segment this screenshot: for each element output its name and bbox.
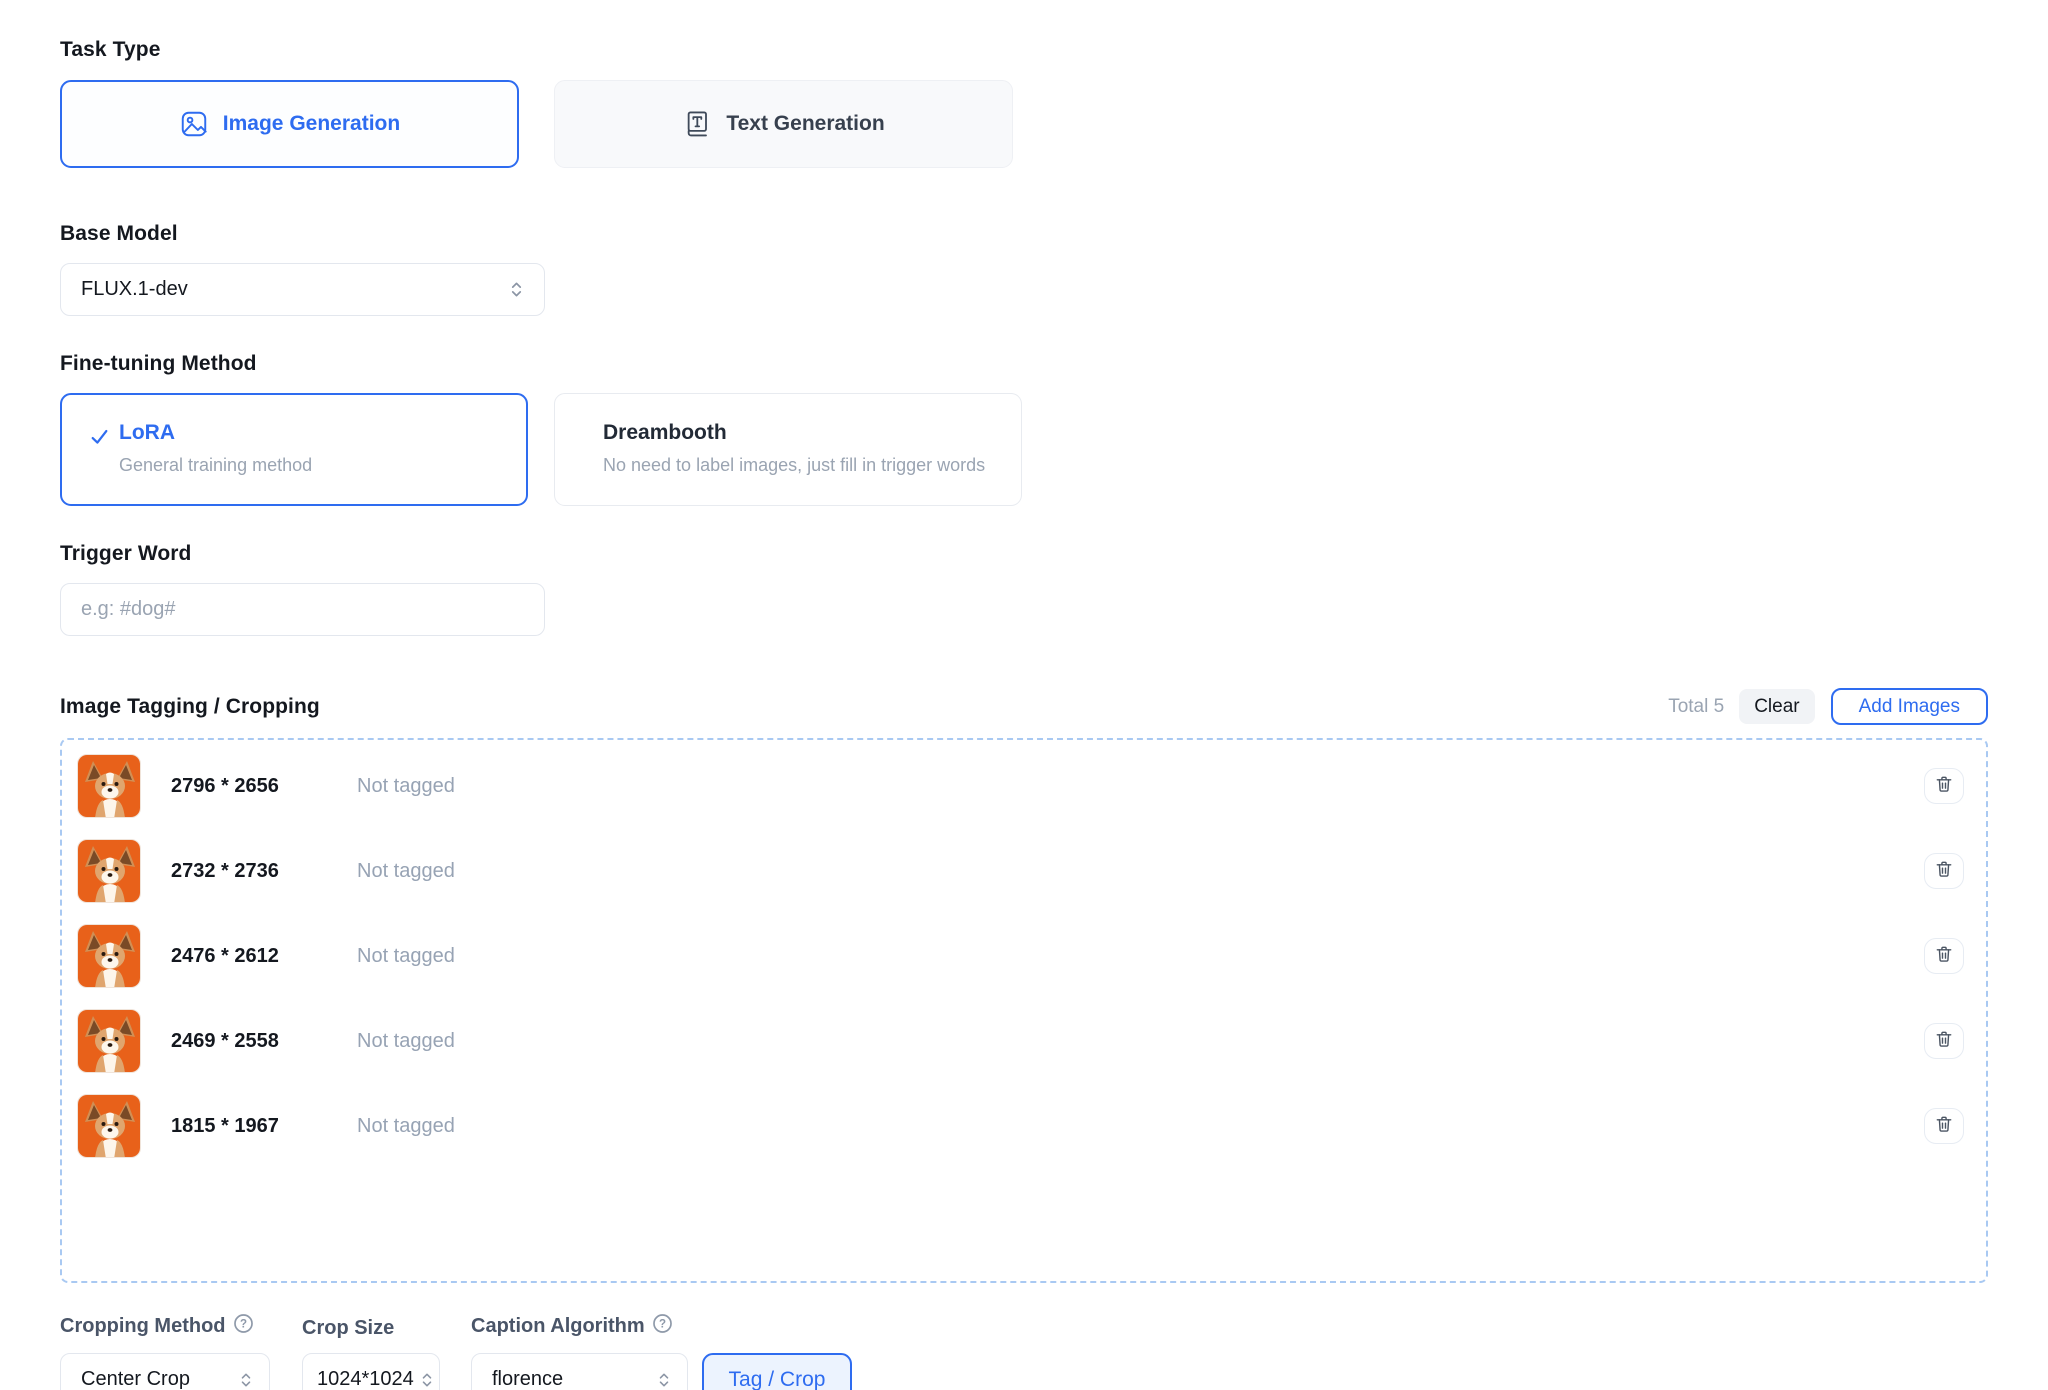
image-dropzone[interactable]: 2796 * 2656 Not tagged 2732 * 2736 Not t…	[60, 738, 1988, 1283]
method-lora-card[interactable]: LoRA General training method	[60, 393, 528, 506]
check-icon	[89, 426, 110, 447]
crop-size-field: Crop Size 1024*1024	[302, 1317, 440, 1390]
crop-size-value: 1024*1024	[317, 1368, 414, 1390]
crop-size-label-row: Crop Size	[302, 1317, 440, 1340]
image-dimensions: 2732 * 2736	[171, 860, 357, 883]
image-status: Not tagged	[357, 945, 455, 968]
fine-tuning-label: Fine-tuning Method	[60, 352, 1988, 376]
crop-size-label: Crop Size	[302, 1317, 394, 1340]
caption-algorithm-value: florence	[492, 1368, 563, 1390]
crop-size-select[interactable]: 1024*1024	[302, 1353, 440, 1390]
base-model-value: FLUX.1-dev	[81, 278, 188, 301]
bottom-controls: Cropping Method ? Center Crop Crop Size …	[60, 1313, 1988, 1390]
cropping-method-field: Cropping Method ? Center Crop	[60, 1313, 270, 1390]
corgi-thumbnail[interactable]	[77, 1009, 141, 1073]
cropping-method-select[interactable]: Center Crop	[60, 1353, 270, 1390]
trigger-word-label: Trigger Word	[60, 542, 1988, 566]
svg-text:?: ?	[659, 1319, 666, 1331]
image-total-count: Total 5	[1668, 696, 1724, 718]
task-text-generation-button[interactable]: Text Generation	[554, 80, 1013, 168]
cropping-method-label-row: Cropping Method ?	[60, 1313, 270, 1340]
trigger-word-input[interactable]	[60, 583, 545, 636]
image-status: Not tagged	[357, 860, 455, 883]
image-row-1: 2796 * 2656 Not tagged	[77, 754, 1964, 818]
updown-chevron-icon	[645, 1371, 671, 1389]
fine-tuning-options: LoRA General training method Dreambooth …	[60, 393, 1988, 506]
lora-training-form: Task Type Image Generation Text Generati	[0, 0, 2048, 1390]
svg-text:?: ?	[240, 1319, 247, 1331]
updown-chevron-icon	[414, 1371, 434, 1389]
caption-algorithm-label-row: Caption Algorithm ?	[471, 1313, 688, 1340]
task-image-generation-button[interactable]: Image Generation	[60, 80, 519, 168]
image-dimensions: 2476 * 2612	[171, 945, 357, 968]
image-dimensions: 2469 * 2558	[171, 1030, 357, 1053]
method-dreambooth-texts: Dreambooth No need to label images, just…	[603, 421, 985, 478]
task-image-generation-label: Image Generation	[223, 112, 400, 136]
image-row-3: 2476 * 2612 Not tagged	[77, 924, 1964, 988]
help-icon[interactable]: ?	[652, 1313, 673, 1340]
caption-algorithm-label: Caption Algorithm	[471, 1315, 645, 1338]
task-type-label: Task Type	[60, 38, 1988, 62]
text-book-icon	[682, 109, 712, 139]
image-section-label: Image Tagging / Cropping	[60, 695, 320, 719]
image-dimensions: 1815 * 1967	[171, 1115, 357, 1138]
method-lora-title: LoRA	[119, 421, 312, 445]
trash-icon	[1934, 944, 1954, 969]
corgi-thumbnail[interactable]	[77, 754, 141, 818]
corgi-thumbnail[interactable]	[77, 839, 141, 903]
delete-image-button[interactable]	[1924, 768, 1964, 804]
image-status: Not tagged	[357, 775, 455, 798]
image-status: Not tagged	[357, 1030, 455, 1053]
base-model-select[interactable]: FLUX.1-dev	[60, 263, 545, 316]
method-lora-subtitle: General training method	[119, 452, 312, 478]
image-icon	[179, 109, 209, 139]
delete-image-button[interactable]	[1924, 1108, 1964, 1144]
tag-crop-button[interactable]: Tag / Crop	[702, 1353, 852, 1390]
trash-icon	[1934, 774, 1954, 799]
delete-image-button[interactable]	[1924, 1023, 1964, 1059]
delete-image-button[interactable]	[1924, 938, 1964, 974]
image-row-5: 1815 * 1967 Not tagged	[77, 1094, 1964, 1158]
method-lora-texts: LoRA General training method	[119, 421, 312, 478]
task-type-options: Image Generation Text Generation	[60, 80, 1988, 168]
method-dreambooth-card[interactable]: Dreambooth No need to label images, just…	[554, 393, 1022, 506]
delete-image-button[interactable]	[1924, 853, 1964, 889]
add-images-button[interactable]: Add Images	[1831, 688, 1988, 725]
help-icon[interactable]: ?	[233, 1313, 254, 1340]
method-dreambooth-title: Dreambooth	[603, 421, 985, 445]
image-status: Not tagged	[357, 1115, 455, 1138]
cropping-method-value: Center Crop	[81, 1368, 190, 1390]
method-dreambooth-subtitle: No need to label images, just fill in tr…	[603, 452, 985, 478]
image-row-4: 2469 * 2558 Not tagged	[77, 1009, 1964, 1073]
image-row-2: 2732 * 2736 Not tagged	[77, 839, 1964, 903]
corgi-thumbnail[interactable]	[77, 1094, 141, 1158]
cropping-method-label: Cropping Method	[60, 1315, 226, 1338]
updown-chevron-icon	[509, 280, 524, 299]
task-text-generation-label: Text Generation	[726, 112, 884, 136]
caption-algorithm-select[interactable]: florence	[471, 1353, 688, 1390]
trash-icon	[1934, 1114, 1954, 1139]
trash-icon	[1934, 1029, 1954, 1054]
corgi-thumbnail[interactable]	[77, 924, 141, 988]
image-section-header: Image Tagging / Cropping Total 5 Clear A…	[60, 688, 1988, 725]
clear-images-button[interactable]: Clear	[1739, 689, 1814, 724]
trash-icon	[1934, 859, 1954, 884]
base-model-label: Base Model	[60, 222, 1988, 246]
image-dimensions: 2796 * 2656	[171, 775, 357, 798]
caption-algorithm-field: Caption Algorithm ? florence	[471, 1313, 688, 1390]
updown-chevron-icon	[227, 1371, 253, 1389]
